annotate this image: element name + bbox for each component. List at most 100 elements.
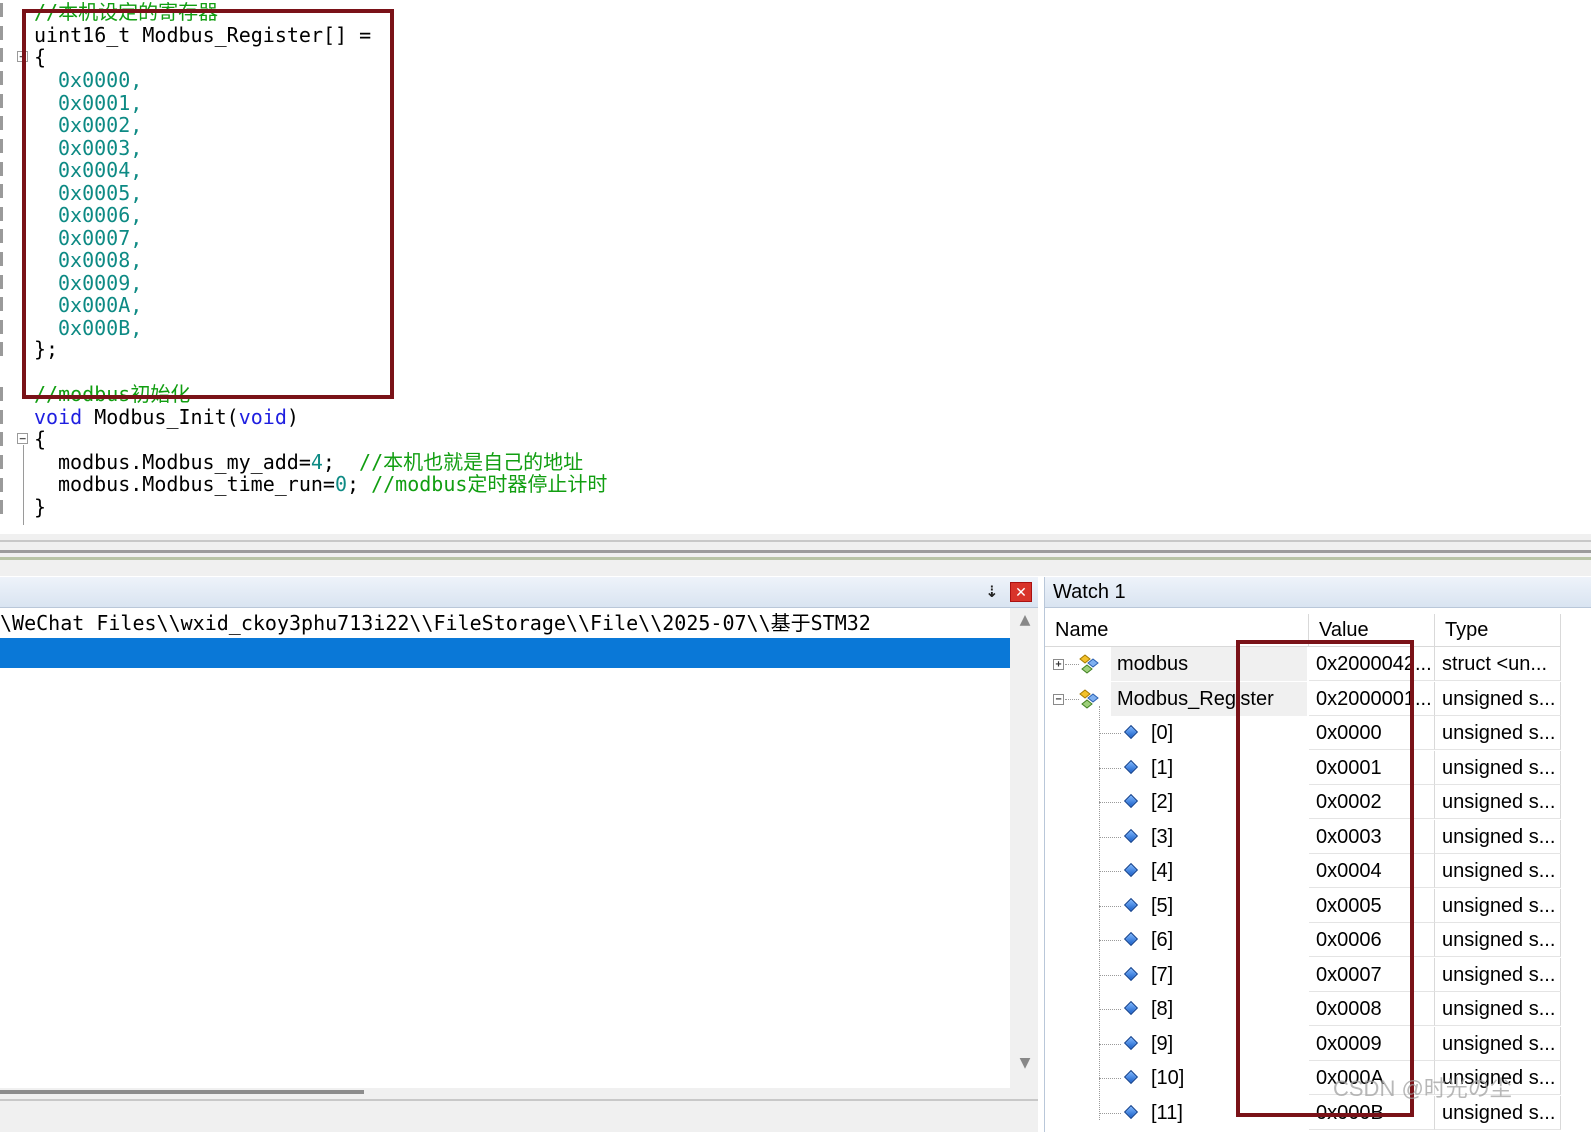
fold-collapse-icon[interactable]: − [17, 51, 28, 62]
tree-connector [1099, 940, 1121, 942]
code-close-brace: }; [34, 337, 59, 361]
watch-type: unsigned s... [1435, 819, 1561, 854]
watch-name: [9] [1151, 1032, 1174, 1055]
watch-row[interactable]: [1] 0x0001 unsigned s... [1045, 750, 1591, 786]
selected-output-line[interactable] [0, 638, 1010, 668]
watch-type: struct <un... [1435, 647, 1561, 681]
watch-title: Watch 1 [1053, 581, 1126, 603]
array-value-line: 0x0003, [58, 135, 143, 160]
watch-type: unsigned s... [1435, 785, 1561, 819]
tree-connector [1099, 767, 1121, 770]
code-close-brace: } [34, 495, 47, 519]
keyword-void: void [238, 405, 287, 429]
horizontal-scrollbar-thumb[interactable] [0, 1090, 364, 1094]
array-value-line: 0x0009, [58, 270, 143, 295]
watch-value[interactable]: 0x2000001... [1309, 681, 1435, 716]
function-name: Modbus_Init( [82, 405, 239, 429]
vertical-scrollbar[interactable]: ▲ ▼ [1012, 608, 1038, 1088]
expand-icon[interactable]: + [1053, 659, 1064, 670]
array-element-icon [1123, 828, 1139, 843]
watch-type: unsigned s... [1435, 750, 1561, 785]
watch-row[interactable]: [0] 0x0000 unsigned s... [1045, 716, 1591, 751]
watch-value[interactable]: 0x0006 [1309, 923, 1435, 957]
scroll-up-icon[interactable]: ▲ [1012, 608, 1038, 632]
watch-row[interactable]: [3] 0x0003 unsigned s... [1045, 819, 1591, 855]
column-header-name[interactable]: Name [1045, 614, 1309, 647]
array-value-line: 0x0004, [58, 158, 143, 182]
code-comment: //modbus初始化 [34, 382, 191, 406]
watch-row[interactable]: [6] 0x0006 unsigned s... [1045, 923, 1591, 958]
watch-row[interactable]: [5] 0x0005 unsigned s... [1045, 888, 1591, 924]
close-icon[interactable]: ✕ [1010, 582, 1032, 602]
array-value-line: 0x0000, [58, 68, 143, 92]
array-element-icon [1123, 966, 1139, 981]
watch-row[interactable]: [8] 0x0008 unsigned s... [1045, 992, 1591, 1027]
code-text: ; [347, 472, 372, 496]
code-open-brace: { [34, 427, 47, 451]
watch-value[interactable]: 0x0007 [1309, 957, 1435, 992]
watch-grid[interactable]: Name Value Type + modbus 0x2000042... struc… [1045, 614, 1591, 1132]
code-text: modbus.Modbus_my_add= [58, 450, 311, 474]
horizontal-scrollbar-track [0, 1099, 1038, 1101]
scroll-down-icon[interactable]: ▼ [1012, 1051, 1038, 1075]
watch-type: unsigned s... [1435, 681, 1561, 716]
fold-line [23, 63, 24, 350]
watch-value[interactable]: 0x0001 [1309, 750, 1435, 785]
tree-connector [1099, 1009, 1121, 1011]
watch-type: unsigned s... [1435, 923, 1561, 957]
output-pane: ⇣ ✕ \WeChat Files\\wxid_ckoy3phu713i22\\… [0, 577, 1038, 1132]
watch-value[interactable]: 0x0000 [1309, 716, 1435, 750]
struct-variable-icon [1079, 654, 1099, 674]
watch-value[interactable]: 0x0005 [1309, 888, 1435, 923]
watch-row[interactable]: − Modbus_Register 0x2000001... unsigned s..… [1045, 681, 1591, 717]
watch-name: [4] [1151, 860, 1174, 882]
watch-name: [1] [1151, 756, 1174, 779]
array-element-icon [1123, 1069, 1139, 1085]
watch-value[interactable]: 0x0008 [1309, 992, 1435, 1026]
watch-row[interactable]: [9] 0x0009 unsigned s... [1045, 1026, 1591, 1062]
watch-value[interactable]: 0x0009 [1309, 1026, 1435, 1061]
array-element-icon [1123, 793, 1139, 809]
watch-type: unsigned s... [1435, 854, 1561, 888]
code-comment: //本机设定的寄存器 [34, 0, 219, 24]
watch-name: modbus [1117, 653, 1189, 675]
watch-value[interactable]: 0x2000042... [1309, 647, 1435, 681]
watch-row[interactable]: [7] 0x0007 unsigned s... [1045, 957, 1591, 993]
column-header-value[interactable]: Value [1309, 614, 1435, 647]
watch-name: Modbus_Register [1117, 687, 1274, 710]
code-open-brace: { [34, 45, 47, 69]
tree-connector [1099, 871, 1121, 873]
watch-type: unsigned s... [1435, 716, 1561, 750]
pin-icon[interactable]: ⇣ [982, 582, 1002, 602]
array-element-icon [1123, 931, 1139, 947]
fold-collapse-icon[interactable]: − [17, 433, 28, 444]
array-value-line: 0x0005, [58, 180, 143, 205]
watch-value[interactable]: 0x0002 [1309, 785, 1435, 819]
code-paren: ) [286, 405, 299, 429]
watch-name: [2] [1151, 791, 1174, 813]
watch-name: [7] [1151, 963, 1174, 986]
code-editor[interactable]: − − //本机设定的寄存器 uint16_t Modbus_Register[… [0, 0, 1591, 534]
tree-connector [1099, 1078, 1121, 1080]
collapse-icon[interactable]: − [1053, 693, 1064, 705]
watch-name: [6] [1151, 929, 1174, 951]
code-text: ; [322, 450, 360, 474]
fold-gutter [19, 0, 33, 534]
code-comment: //modbus定时器停止计时 [371, 472, 608, 496]
array-element-icon [1123, 724, 1139, 740]
watch-value[interactable]: 0x0004 [1309, 854, 1435, 888]
line-change-markers [0, 0, 6, 534]
pane-splitter[interactable] [0, 534, 1591, 576]
watch-row[interactable]: + modbus 0x2000042... struct <un... [1045, 647, 1591, 682]
watch-type: unsigned s... [1435, 888, 1561, 923]
watch-value[interactable]: 0x0003 [1309, 819, 1435, 854]
watch-pane-header: Watch 1 [1045, 577, 1591, 608]
column-header-type[interactable]: Type [1435, 614, 1561, 647]
watch-row[interactable]: [2] 0x0002 unsigned s... [1045, 785, 1591, 820]
array-value-line: 0x0008, [58, 248, 143, 272]
array-value-line: 0x000B, [58, 315, 143, 340]
watch-name: [11] [1151, 1101, 1183, 1124]
output-text-area[interactable]: \WeChat Files\\wxid_ckoy3phu713i22\\File… [0, 608, 1010, 1088]
watch-row[interactable]: [4] 0x0004 unsigned s... [1045, 854, 1591, 889]
tree-connector [1099, 1043, 1121, 1046]
